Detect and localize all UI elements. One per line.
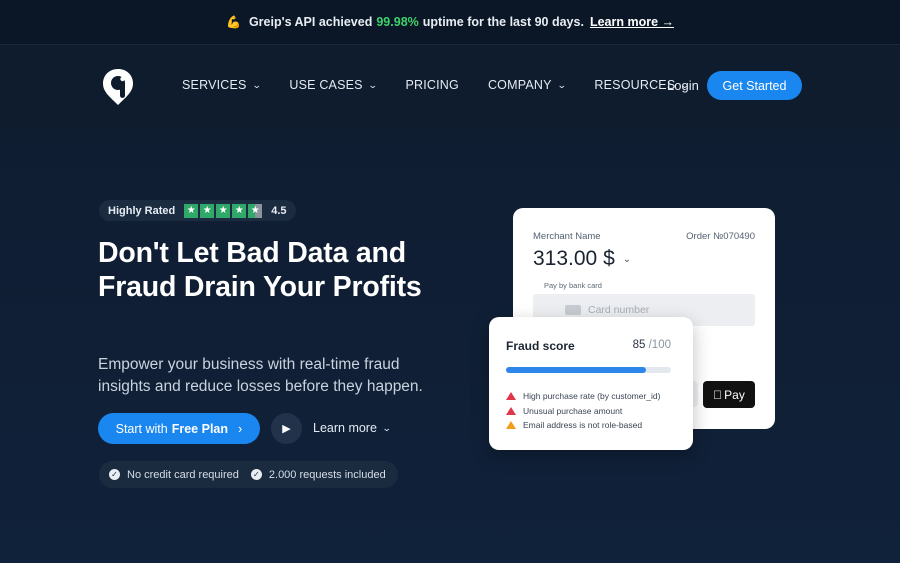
feature-badges: ✓ No credit card required ✓ 2.000 reques… (99, 461, 398, 488)
nav-item-label: RESOURCES (594, 78, 676, 92)
announcement-prefix: Greip's API achieved (248, 15, 373, 29)
chevron-down-icon: ⌄ (556, 79, 567, 90)
star-icon: ★ (200, 203, 215, 218)
hero-headline: Don't Let Bad Data and Fraud Drain Your … (98, 237, 422, 303)
fraud-reason-text: Email address is not role-based (523, 420, 643, 431)
announcement-suffix: uptime for the last 90 days. (422, 15, 584, 29)
score-number: 85 (632, 339, 646, 351)
payment-amount: 313.00 $ ⌄ (533, 247, 631, 271)
apple-pay-label: Pay (719, 387, 745, 402)
get-started-button[interactable]: Get Started (707, 71, 802, 100)
badge-requests-included: 2.000 requests included (268, 468, 386, 481)
arm-flex-icon: 💪 (226, 15, 241, 29)
merchant-name: Merchant Name (533, 231, 601, 242)
play-video-button[interactable]: ▶ (271, 413, 302, 444)
nav-menu: SERVICES ⌄ USE CASES ⌄ PRICING COMPANY ⌄… (182, 78, 718, 92)
apple-pay-button:  Pay (703, 381, 755, 408)
nav-item-label: COMPANY (487, 78, 552, 92)
star-icon: ★ (216, 203, 231, 218)
nav-item-label: SERVICES (182, 78, 247, 92)
learn-more-label: Learn more (313, 421, 377, 435)
fraud-reasons-list: High purchase rate (by customer_id) Unus… (506, 389, 660, 433)
check-circle-icon: ✓ (109, 469, 120, 480)
amount-value: 313.00 $ (533, 247, 615, 270)
fraud-score-title: Fraud score (506, 339, 575, 353)
rating-value: 4.5 (271, 204, 287, 217)
uptime-value: 99.98% (376, 15, 419, 29)
chevron-down-icon: ⌄ (367, 79, 378, 90)
fraud-score-value: 85 /100 (633, 339, 671, 351)
announcement-learn-more-link[interactable]: Learn more → (590, 15, 674, 29)
rating-badge: Highly Rated ★ ★ ★ ★ ★ 4.5 (99, 200, 296, 221)
fraud-reason-text: High purchase rate (by customer_id) (523, 391, 661, 402)
star-icon: ★ (232, 203, 247, 218)
start-button-prefix: Start with (115, 421, 168, 436)
chevron-down-icon: ⌄ (381, 422, 392, 433)
fraud-reason-item: Email address is not role-based (506, 418, 660, 433)
warning-icon (506, 392, 516, 401)
nav-item-label: PRICING (405, 78, 459, 92)
rating-label: Highly Rated (108, 204, 176, 217)
chevron-down-icon: ⌄ (622, 253, 632, 265)
order-number: Order №070490 (686, 231, 755, 242)
apple-icon:  (713, 388, 722, 402)
fraud-reason-item: Unusual purchase amount (506, 404, 660, 419)
nav-item-pricing[interactable]: PRICING (405, 78, 459, 92)
nav-item-company[interactable]: COMPANY ⌄ (487, 78, 567, 92)
fraud-score-card: Fraud score 85 /100 High purchase rate (… (489, 317, 693, 450)
hero-subheadline: Empower your business with real-time fra… (98, 356, 423, 395)
fraud-score-bar (506, 367, 671, 373)
chevron-right-icon: › (238, 421, 243, 436)
nav-item-services[interactable]: SERVICES ⌄ (182, 78, 262, 92)
half-star-icon: ★ (248, 203, 263, 218)
warning-icon (506, 406, 516, 415)
announcement-bar: 💪 Greip's API achieved 99.98% uptime for… (0, 0, 900, 45)
warning-icon (506, 421, 516, 430)
credit-card-icon (565, 305, 581, 315)
fraud-reason-text: Unusual purchase amount (523, 405, 623, 416)
play-icon: ▶ (282, 423, 291, 435)
check-circle-icon: ✓ (250, 469, 262, 480)
start-button-bold: Free Plan (171, 421, 229, 436)
nav-item-use-cases[interactable]: USE CASES ⌄ (289, 78, 378, 92)
start-free-plan-button[interactable]: Start with Free Plan › (98, 413, 260, 444)
main-nav: SERVICES ⌄ USE CASES ⌄ PRICING COMPANY ⌄… (0, 45, 900, 127)
pay-by-card-label: Pay by bank card (544, 281, 602, 290)
score-max: /100 (648, 339, 671, 351)
greip-logo[interactable] (101, 67, 135, 107)
fraud-reason-item: High purchase rate (by customer_id) (506, 389, 660, 404)
learn-more-dropdown[interactable]: Learn more ⌄ (313, 421, 392, 435)
login-link[interactable]: Login (667, 78, 699, 93)
chevron-down-icon: ⌄ (251, 79, 262, 90)
nav-item-label: USE CASES (289, 78, 363, 92)
fraud-score-bar-fill (506, 367, 647, 373)
star-icon: ★ (184, 203, 199, 218)
card-number-placeholder: Card number (588, 304, 650, 316)
badge-no-credit-card: No credit card required (127, 468, 239, 481)
rating-stars: ★ ★ ★ ★ ★ (184, 203, 264, 218)
